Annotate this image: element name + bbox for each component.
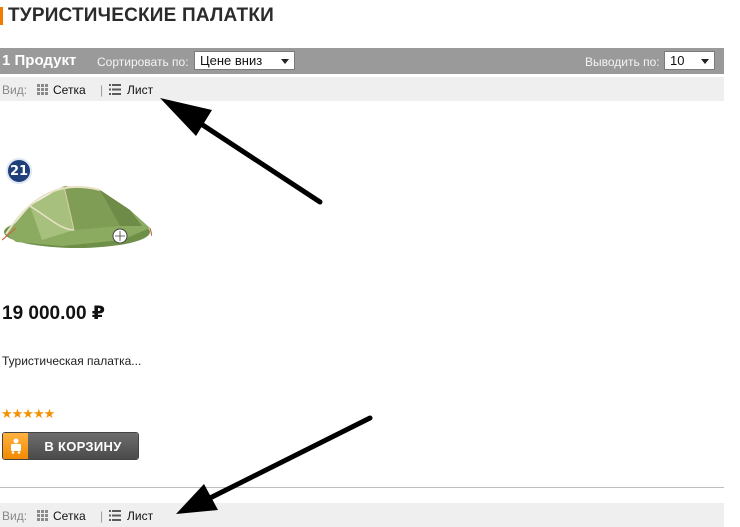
- badge-icon: 21: [6, 158, 32, 184]
- grid-view-icon[interactable]: [37, 510, 48, 521]
- grid-view-link[interactable]: Сетка: [53, 83, 86, 97]
- add-to-cart-button[interactable]: В КОРЗИНУ: [2, 432, 139, 460]
- view-label: Вид:: [2, 509, 28, 523]
- limit-select[interactable]: 10: [664, 51, 715, 70]
- page-title-text: ТУРИСТИЧЕСКИЕ ПАЛАТКИ: [8, 5, 274, 26]
- product-price: 19 000.00 ₽: [2, 303, 106, 324]
- chevron-down-icon: [281, 59, 289, 64]
- arrow-annotation-top: [160, 98, 323, 205]
- product-count: 1 Продукт: [2, 52, 77, 69]
- title-accent-bar: [0, 7, 3, 25]
- rating-stars: ★★★★★: [1, 406, 55, 421]
- page-title: ТУРИСТИЧЕСКИЕ ПАЛАТКИ: [0, 4, 274, 28]
- arrow-annotation-bottom: [176, 415, 373, 514]
- view-switcher-top: Вид: Сетка | Лист: [0, 77, 724, 101]
- grid-view-link[interactable]: Сетка: [53, 509, 86, 523]
- list-view-link[interactable]: Лист: [127, 509, 153, 523]
- view-separator: |: [100, 509, 104, 523]
- view-switcher-bottom: Вид: Сетка | Лист: [0, 503, 724, 527]
- view-label: Вид:: [2, 83, 28, 97]
- sort-label: Сортировать по:: [97, 55, 189, 69]
- list-view-icon[interactable]: [109, 84, 121, 95]
- limit-label: Выводить по:: [585, 55, 660, 69]
- product-toolbar: 1 Продукт Сортировать по: Цене вниз Выво…: [0, 48, 724, 74]
- list-view-icon[interactable]: [109, 510, 121, 521]
- list-view-link[interactable]: Лист: [127, 83, 153, 97]
- divider: [0, 487, 724, 488]
- sort-select-value: Цене вниз: [200, 53, 263, 68]
- product-card: 21 19 000.00 ₽ Туристическая палатка... …: [0, 150, 170, 470]
- product-description[interactable]: Туристическая палатка...: [2, 354, 141, 368]
- grid-view-icon[interactable]: [37, 84, 48, 95]
- cart-icon: [3, 433, 28, 459]
- sort-select[interactable]: Цене вниз: [194, 51, 295, 70]
- view-separator: |: [100, 83, 104, 97]
- limit-select-value: 10: [670, 53, 685, 68]
- chevron-down-icon: [701, 59, 709, 64]
- add-to-cart-label: В КОРЗИНУ: [28, 433, 138, 459]
